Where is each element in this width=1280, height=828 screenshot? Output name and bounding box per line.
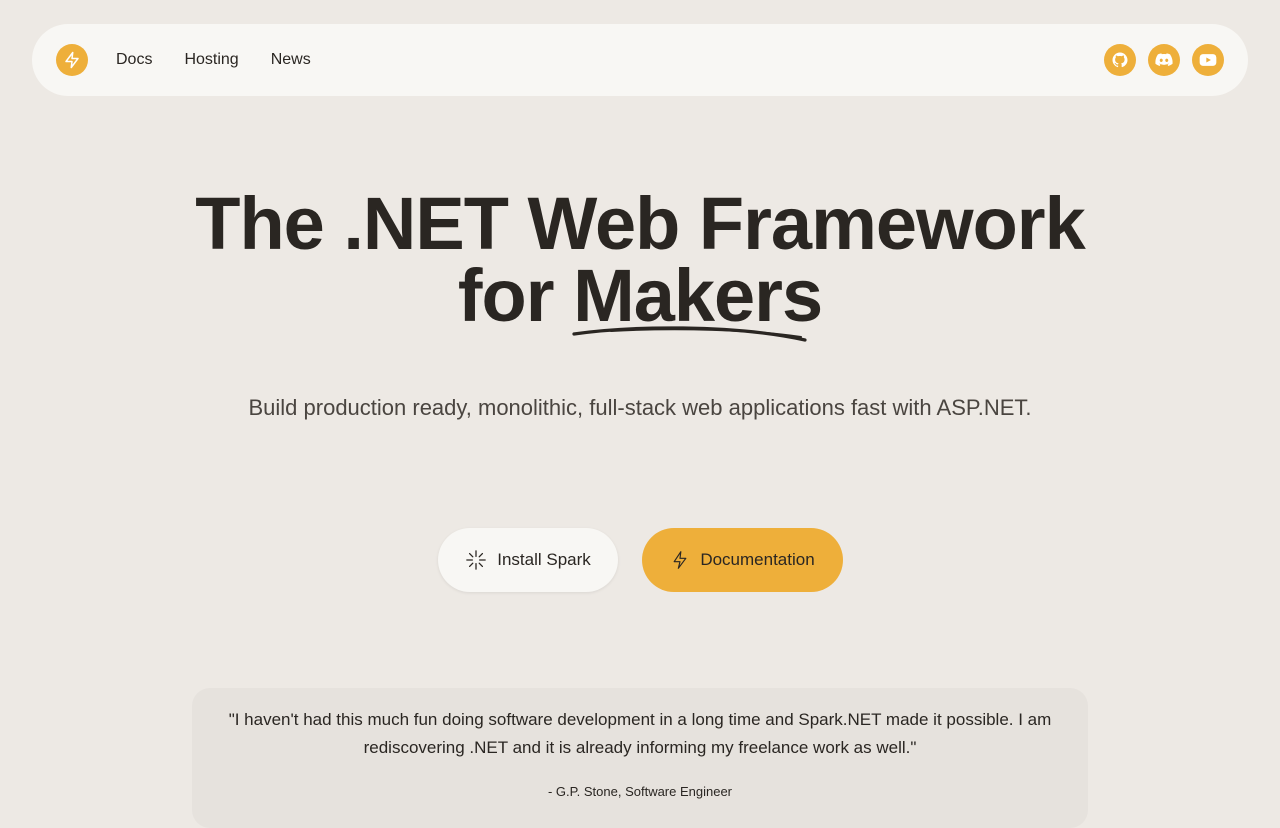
hero-title-for: for: [457, 254, 555, 337]
discord-icon: [1155, 53, 1173, 66]
testimonial-author: - G.P. Stone, Software Engineer: [547, 784, 733, 799]
nav-link-hosting[interactable]: Hosting: [184, 51, 238, 69]
install-spark-label: Install Spark: [497, 550, 591, 569]
hero-title-highlight-wrap: Makers: [572, 259, 823, 342]
logo-button[interactable]: [56, 44, 88, 76]
nav-link-docs[interactable]: Docs: [116, 51, 152, 69]
bolt-icon: [673, 551, 687, 569]
hero-title-line2: for Makers: [0, 259, 1280, 342]
youtube-button[interactable]: [1192, 44, 1224, 76]
youtube-icon: [1199, 54, 1217, 66]
nav-link-news[interactable]: News: [271, 51, 311, 69]
hero-subtitle: Build production ready, monolithic, full…: [248, 395, 1032, 420]
testimonial-quote: "I haven't had this much fun doing softw…: [228, 710, 1052, 757]
bolt-icon: [65, 51, 79, 69]
github-button[interactable]: [1104, 44, 1136, 76]
top-navbar: Docs Hosting News: [32, 24, 1248, 96]
github-icon: [1112, 52, 1128, 68]
main-nav: Docs Hosting News: [116, 51, 343, 69]
documentation-button[interactable]: Documentation: [642, 528, 843, 592]
hero-title-line1: The .NET Web Framework: [195, 182, 1086, 265]
social-links: [1104, 44, 1224, 76]
testimonial-card: "I haven't had this much fun doing softw…: [192, 688, 1088, 828]
brush-underline-icon: [572, 326, 807, 342]
install-spark-button[interactable]: Install Spark: [438, 528, 618, 592]
sparkle-icon: [466, 550, 487, 570]
documentation-label: Documentation: [700, 550, 815, 569]
hero-title: The .NET Web Framework for Makers: [0, 182, 1280, 342]
discord-button[interactable]: [1148, 44, 1180, 76]
